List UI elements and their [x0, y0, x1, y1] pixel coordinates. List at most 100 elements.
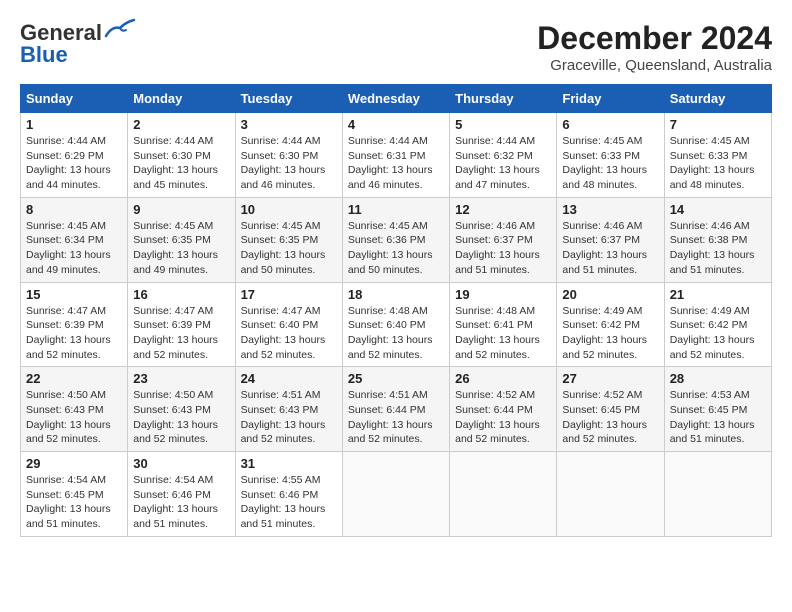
calendar-cell: 8 Sunrise: 4:45 AM Sunset: 6:34 PM Daylig…	[21, 197, 128, 282]
day-number: 26	[455, 371, 551, 386]
day-info: Sunrise: 4:45 AM Sunset: 6:33 PM Dayligh…	[670, 134, 766, 193]
day-info: Sunrise: 4:52 AM Sunset: 6:45 PM Dayligh…	[562, 388, 658, 447]
calendar-cell: 16Sunrise: 4:47 AM Sunset: 6:39 PM Dayli…	[128, 282, 235, 367]
calendar-header-row: SundayMondayTuesdayWednesdayThursdayFrid…	[21, 85, 772, 113]
calendar-cell: 25 Sunrise: 4:51 AM Sunset: 6:44 PM Dayli…	[342, 367, 449, 452]
day-number: 20	[562, 287, 658, 302]
day-number: 7	[670, 117, 766, 132]
column-header-friday: Friday	[557, 85, 664, 113]
calendar-cell: 13 Sunrise: 4:46 AM Sunset: 6:37 PM Dayli…	[557, 197, 664, 282]
day-number: 10	[241, 202, 337, 217]
calendar-cell: 3Sunrise: 4:44 AM Sunset: 6:30 PM Daylig…	[235, 113, 342, 198]
day-info: Sunrise: 4:55 AM Sunset: 6:46 PM Dayligh…	[241, 473, 337, 532]
day-number: 5	[455, 117, 551, 132]
page-subtitle: Graceville, Queensland, Australia	[537, 57, 772, 74]
calendar-week-2: 8 Sunrise: 4:45 AM Sunset: 6:34 PM Daylig…	[21, 197, 772, 282]
day-info: Sunrise: 4:51 AM Sunset: 6:43 PM Dayligh…	[241, 388, 337, 447]
day-info: Sunrise: 4:53 AM Sunset: 6:45 PM Dayligh…	[670, 388, 766, 447]
calendar-cell: 28 Sunrise: 4:53 AM Sunset: 6:45 PM Dayli…	[664, 367, 771, 452]
calendar-week-1: 1 Sunrise: 4:44 AM Sunset: 6:29 PM Daylig…	[21, 113, 772, 198]
day-info: Sunrise: 4:45 AM Sunset: 6:36 PM Dayligh…	[348, 219, 444, 278]
day-number: 25	[348, 371, 444, 386]
calendar-cell: 10 Sunrise: 4:45 AM Sunset: 6:35 PM Dayli…	[235, 197, 342, 282]
calendar-cell: 18 Sunrise: 4:48 AM Sunset: 6:40 PM Dayli…	[342, 282, 449, 367]
day-info: Sunrise: 4:49 AM Sunset: 6:42 PM Dayligh…	[670, 304, 766, 363]
calendar-cell: 26 Sunrise: 4:52 AM Sunset: 6:44 PM Dayli…	[450, 367, 557, 452]
column-header-saturday: Saturday	[664, 85, 771, 113]
calendar-cell: 24Sunrise: 4:51 AM Sunset: 6:43 PM Dayli…	[235, 367, 342, 452]
day-number: 19	[455, 287, 551, 302]
column-header-monday: Monday	[128, 85, 235, 113]
calendar-cell: 7 Sunrise: 4:45 AM Sunset: 6:33 PM Daylig…	[664, 113, 771, 198]
day-number: 13	[562, 202, 658, 217]
day-number: 18	[348, 287, 444, 302]
day-number: 31	[241, 456, 337, 471]
column-header-sunday: Sunday	[21, 85, 128, 113]
day-info: Sunrise: 4:48 AM Sunset: 6:41 PM Dayligh…	[455, 304, 551, 363]
day-info: Sunrise: 4:51 AM Sunset: 6:44 PM Dayligh…	[348, 388, 444, 447]
day-number: 17	[241, 287, 337, 302]
day-info: Sunrise: 4:45 AM Sunset: 6:35 PM Dayligh…	[241, 219, 337, 278]
calendar-cell: 31 Sunrise: 4:55 AM Sunset: 6:46 PM Dayli…	[235, 452, 342, 537]
day-info: Sunrise: 4:46 AM Sunset: 6:38 PM Dayligh…	[670, 219, 766, 278]
calendar-cell: 21Sunrise: 4:49 AM Sunset: 6:42 PM Dayli…	[664, 282, 771, 367]
calendar-cell: 22Sunrise: 4:50 AM Sunset: 6:43 PM Dayli…	[21, 367, 128, 452]
day-number: 3	[241, 117, 337, 132]
calendar-cell: 30 Sunrise: 4:54 AM Sunset: 6:46 PM Dayli…	[128, 452, 235, 537]
calendar-cell: 15Sunrise: 4:47 AM Sunset: 6:39 PM Dayli…	[21, 282, 128, 367]
day-info: Sunrise: 4:47 AM Sunset: 6:39 PM Dayligh…	[133, 304, 229, 363]
day-info: Sunrise: 4:50 AM Sunset: 6:43 PM Dayligh…	[133, 388, 229, 447]
day-number: 9	[133, 202, 229, 217]
day-number: 30	[133, 456, 229, 471]
day-info: Sunrise: 4:48 AM Sunset: 6:40 PM Dayligh…	[348, 304, 444, 363]
column-header-tuesday: Tuesday	[235, 85, 342, 113]
day-info: Sunrise: 4:44 AM Sunset: 6:31 PM Dayligh…	[348, 134, 444, 193]
calendar-cell: 20 Sunrise: 4:49 AM Sunset: 6:42 PM Dayli…	[557, 282, 664, 367]
day-info: Sunrise: 4:54 AM Sunset: 6:45 PM Dayligh…	[26, 473, 122, 532]
day-info: Sunrise: 4:46 AM Sunset: 6:37 PM Dayligh…	[562, 219, 658, 278]
day-info: Sunrise: 4:44 AM Sunset: 6:32 PM Dayligh…	[455, 134, 551, 193]
calendar-cell: 1 Sunrise: 4:44 AM Sunset: 6:29 PM Daylig…	[21, 113, 128, 198]
calendar-cell: 17 Sunrise: 4:47 AM Sunset: 6:40 PM Dayli…	[235, 282, 342, 367]
calendar-cell: 4 Sunrise: 4:44 AM Sunset: 6:31 PM Daylig…	[342, 113, 449, 198]
calendar-cell: 12 Sunrise: 4:46 AM Sunset: 6:37 PM Dayli…	[450, 197, 557, 282]
title-area: December 2024 Graceville, Queensland, Au…	[537, 20, 772, 74]
calendar-cell: 19 Sunrise: 4:48 AM Sunset: 6:41 PM Dayli…	[450, 282, 557, 367]
calendar-cell: 14 Sunrise: 4:46 AM Sunset: 6:38 PM Dayli…	[664, 197, 771, 282]
logo-text-blue: Blue	[20, 42, 68, 68]
calendar-cell	[557, 452, 664, 537]
calendar-cell: 23Sunrise: 4:50 AM Sunset: 6:43 PM Dayli…	[128, 367, 235, 452]
day-number: 22	[26, 371, 122, 386]
day-number: 12	[455, 202, 551, 217]
day-info: Sunrise: 4:45 AM Sunset: 6:34 PM Dayligh…	[26, 219, 122, 278]
day-number: 14	[670, 202, 766, 217]
day-number: 15	[26, 287, 122, 302]
calendar-cell: 9 Sunrise: 4:45 AM Sunset: 6:35 PM Daylig…	[128, 197, 235, 282]
day-info: Sunrise: 4:46 AM Sunset: 6:37 PM Dayligh…	[455, 219, 551, 278]
calendar-cell	[664, 452, 771, 537]
day-number: 28	[670, 371, 766, 386]
day-number: 4	[348, 117, 444, 132]
day-info: Sunrise: 4:47 AM Sunset: 6:40 PM Dayligh…	[241, 304, 337, 363]
calendar-cell	[450, 452, 557, 537]
page-header: General Blue December 2024 Graceville, Q…	[20, 20, 772, 74]
calendar-cell: 29 Sunrise: 4:54 AM Sunset: 6:45 PM Dayli…	[21, 452, 128, 537]
day-number: 11	[348, 202, 444, 217]
day-info: Sunrise: 4:54 AM Sunset: 6:46 PM Dayligh…	[133, 473, 229, 532]
day-info: Sunrise: 4:49 AM Sunset: 6:42 PM Dayligh…	[562, 304, 658, 363]
column-header-wednesday: Wednesday	[342, 85, 449, 113]
day-number: 8	[26, 202, 122, 217]
day-number: 29	[26, 456, 122, 471]
day-info: Sunrise: 4:44 AM Sunset: 6:29 PM Dayligh…	[26, 134, 122, 193]
day-number: 2	[133, 117, 229, 132]
day-info: Sunrise: 4:45 AM Sunset: 6:35 PM Dayligh…	[133, 219, 229, 278]
column-header-thursday: Thursday	[450, 85, 557, 113]
calendar-table: SundayMondayTuesdayWednesdayThursdayFrid…	[20, 84, 772, 537]
day-info: Sunrise: 4:44 AM Sunset: 6:30 PM Dayligh…	[133, 134, 229, 193]
day-number: 1	[26, 117, 122, 132]
day-info: Sunrise: 4:45 AM Sunset: 6:33 PM Dayligh…	[562, 134, 658, 193]
logo-bird-icon	[104, 18, 136, 40]
calendar-cell: 2 Sunrise: 4:44 AM Sunset: 6:30 PM Daylig…	[128, 113, 235, 198]
day-info: Sunrise: 4:52 AM Sunset: 6:44 PM Dayligh…	[455, 388, 551, 447]
calendar-week-5: 29 Sunrise: 4:54 AM Sunset: 6:45 PM Dayli…	[21, 452, 772, 537]
